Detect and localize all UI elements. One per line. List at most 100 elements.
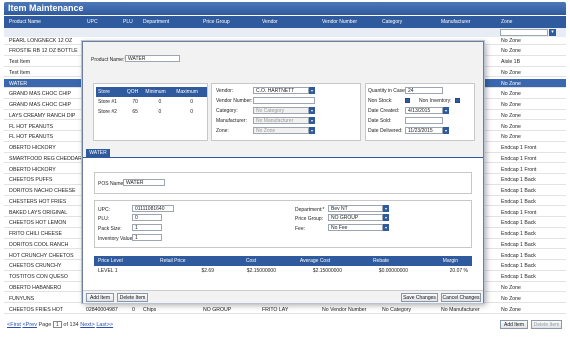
qty-case-label: Quantity in Case:: [368, 88, 407, 94]
plu-input[interactable]: 0: [132, 214, 162, 221]
pager-last-link[interactable]: Last>>: [96, 322, 113, 328]
col-manufacturer[interactable]: Manufacturer: [441, 19, 470, 25]
non-inventory-label: Non Inventory:: [419, 98, 452, 104]
grid-header: Product Name UPC PLU Department Price Gr…: [4, 16, 566, 28]
stores-row[interactable]: Store #1 70 0 0: [96, 97, 207, 107]
store-maximum: 0: [190, 109, 193, 115]
cell-zone: No Zone: [501, 306, 521, 313]
upc-input[interactable]: 01111081640: [132, 205, 174, 212]
pager-page-label: Page: [38, 321, 52, 328]
col-plu[interactable]: PLU: [123, 19, 133, 25]
vendor-dropdown-icon[interactable]: [309, 87, 315, 94]
price-col-average-cost: Average Cost: [280, 256, 346, 266]
non-stock-checkbox[interactable]: [405, 98, 410, 103]
col-zone[interactable]: Zone: [501, 19, 512, 25]
price-margin: 20.07 %: [449, 268, 468, 274]
manufacturer-label: Manufacturer:: [216, 118, 247, 124]
vendor-number-label: Vendor Number:: [216, 98, 253, 104]
date-sold-input[interactable]: [405, 117, 443, 124]
vendor-label: Vendor:: [216, 88, 234, 94]
department-select[interactable]: Bev NT: [328, 205, 383, 212]
price-col-rebate: Rebate: [346, 256, 412, 266]
dialog-add-item-button[interactable]: Add Item: [86, 293, 114, 302]
price-group-select[interactable]: NO GROUP: [328, 214, 383, 221]
cancel-changes-button[interactable]: Cancel Changes: [441, 293, 481, 302]
cell-product-name: LAYS CREAMY RANCH DIP: [9, 112, 76, 119]
cell-zone: No Zone: [501, 295, 521, 302]
price-group-label: Price Group:: [295, 216, 324, 222]
fee-select[interactable]: No Fee: [328, 224, 383, 231]
non-inventory-checkbox[interactable]: [455, 98, 460, 103]
cell-category: No Category: [382, 306, 412, 313]
cell-zone: Endcap 1 Back: [501, 231, 536, 238]
pos-name-input[interactable]: WATER: [123, 179, 165, 186]
department-dropdown-icon[interactable]: [383, 205, 389, 212]
qty-case-input[interactable]: 24: [405, 87, 443, 94]
store-minimum: 0: [158, 109, 162, 115]
cell-product-name: HOT CRUNCHY CHEETOS: [9, 252, 74, 259]
zone-label: Zone:: [216, 128, 229, 134]
stores-row[interactable]: Store #2 65 0 0: [96, 107, 207, 117]
date-created-calendar-icon[interactable]: [443, 107, 449, 114]
grid-add-item-button[interactable]: Add Item: [500, 320, 528, 329]
store-qoh: 70: [132, 99, 138, 105]
store-name: Store #2: [98, 109, 117, 115]
cell-zone: No Zone: [501, 284, 521, 291]
cell-product-name: BAKED LAYS ORIGINAL: [9, 209, 68, 216]
fee-dropdown-icon[interactable]: [383, 224, 389, 231]
table-row[interactable]: CHEETOS FRIES HOT 02840004987 0 Chips NO…: [4, 305, 566, 314]
category-select[interactable]: No Category: [253, 107, 309, 114]
price-level-row[interactable]: LEVEL 1 $2.69 $2.15000000 $2.15000000 $0…: [94, 266, 472, 276]
zone-select[interactable]: No Zone: [253, 127, 309, 134]
zone-filter-input[interactable]: [500, 29, 548, 36]
col-vendor-number[interactable]: Vendor Number: [322, 19, 357, 25]
price-group-dropdown-icon[interactable]: [383, 214, 389, 221]
tab-water[interactable]: WATER: [86, 149, 110, 158]
manufacturer-dropdown-icon[interactable]: [309, 117, 315, 124]
vendor-select[interactable]: C.O. HARTNETT: [253, 87, 309, 94]
cell-zone: No Zone: [501, 80, 521, 87]
cell-price-group: NO GROUP: [203, 306, 232, 313]
cell-product-name: FROSTIE RB 12 OZ BOTTLE: [9, 48, 78, 55]
dialog-delete-item-button[interactable]: Delete Item: [117, 293, 148, 302]
pager-of-label: of 134: [63, 321, 79, 328]
zone-filter-dropdown-icon[interactable]: ▾: [549, 29, 556, 36]
cell-zone: Endcap 1 Back: [501, 198, 536, 205]
date-sold-label: Date Sold:: [368, 118, 392, 124]
price-col-retail: Retail Price: [156, 256, 218, 266]
cell-vendor-number: No Vendor Number: [322, 306, 367, 313]
inventory-value-input[interactable]: 1: [132, 234, 162, 241]
col-upc[interactable]: UPC: [87, 19, 98, 25]
vendor-number-input[interactable]: [253, 97, 315, 104]
col-category[interactable]: Category: [382, 19, 402, 25]
cell-product-name: SMARTFOOD REG CHEDDAR: [9, 155, 82, 162]
pager-next-link[interactable]: Next>: [80, 322, 95, 328]
pager-page-input[interactable]: 1: [52, 321, 62, 328]
price-average-cost: $2.15000000: [312, 268, 342, 274]
col-department[interactable]: Department: [143, 19, 169, 25]
cell-zone: Endcap 1 Back: [501, 274, 536, 281]
pager-first-link[interactable]: <First: [7, 322, 21, 328]
price-levels-table: Price Level Retail Price Cost Average Co…: [94, 256, 472, 276]
col-product-name[interactable]: Product Name: [9, 19, 41, 25]
pack-size-input[interactable]: 1: [132, 224, 162, 231]
date-delivered-calendar-icon[interactable]: [443, 127, 449, 134]
date-created-input[interactable]: 4/13/2015: [405, 107, 443, 114]
date-delivered-input[interactable]: 11/23/2015: [405, 127, 443, 134]
pager-prev-link[interactable]: <Prev: [22, 322, 37, 328]
cell-zone: No Zone: [501, 102, 521, 109]
save-changes-button[interactable]: Save Changes: [401, 293, 438, 302]
category-dropdown-icon[interactable]: [309, 107, 315, 114]
cell-zone: No Zone: [501, 69, 521, 76]
col-price-group[interactable]: Price Group: [203, 19, 230, 25]
cell-zone: Endcap 1 Back: [501, 252, 536, 259]
pager: <First <Prev Page 1 of 134 Next> Last>>: [7, 321, 113, 328]
product-name-input[interactable]: WATER: [125, 55, 180, 62]
cell-zone: Endcap 1 Back: [501, 220, 536, 227]
stores-table: Store QOH Minimum Maximum Store #1 70 0 …: [96, 87, 207, 117]
grid-delete-item-button[interactable]: Delete Item: [531, 320, 562, 329]
col-vendor[interactable]: Vendor: [262, 19, 278, 25]
zone-dropdown-icon[interactable]: [309, 127, 315, 134]
upc-label: UPC:: [98, 207, 110, 213]
manufacturer-select[interactable]: No Manufacturer: [253, 117, 309, 124]
